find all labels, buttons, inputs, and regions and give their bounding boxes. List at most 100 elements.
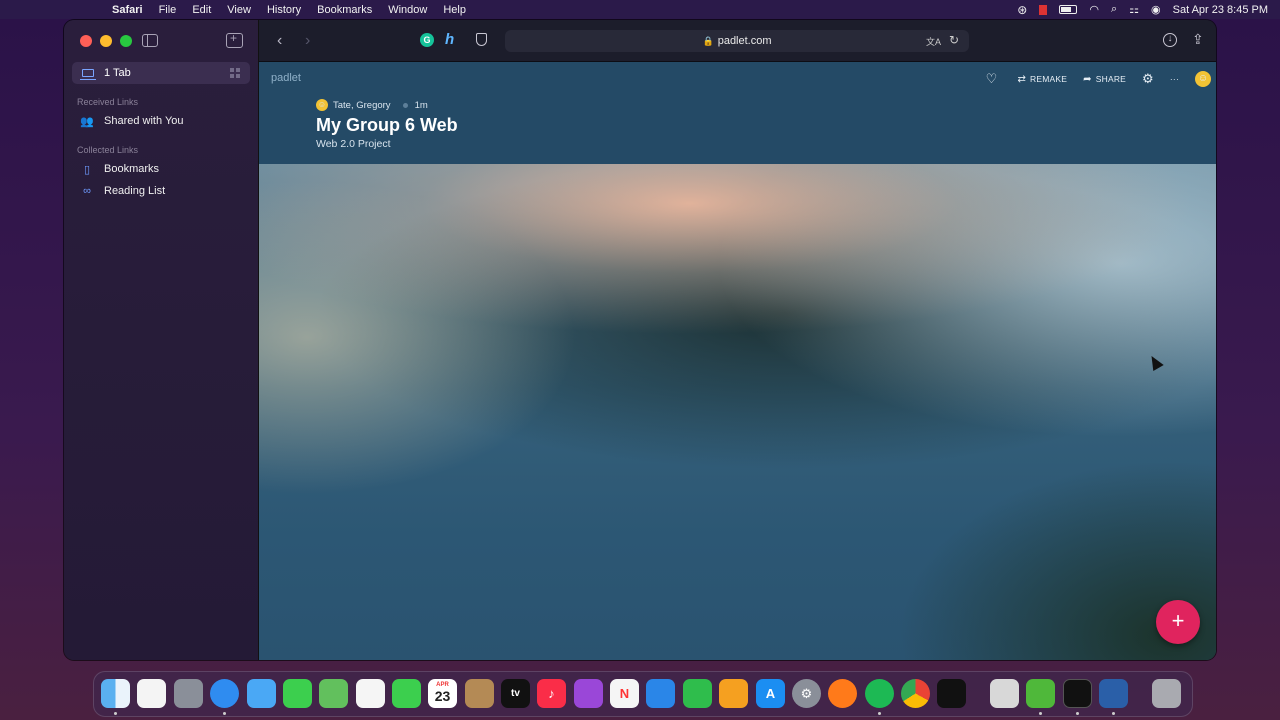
tab-overview-icon[interactable] bbox=[230, 68, 240, 78]
zoom-window-button[interactable] bbox=[120, 35, 132, 47]
dock: APR 23 tv ♪ N A ⚙ bbox=[93, 671, 1193, 717]
privacy-shield-icon[interactable] bbox=[476, 33, 487, 46]
address-bar[interactable]: 🔒 padlet.com 文A ↻ bbox=[505, 30, 969, 52]
system-preferences-icon[interactable]: ⚙ bbox=[792, 679, 821, 708]
safari-window: 1 Tab Received Links 👥 Shared with You C… bbox=[64, 20, 1216, 660]
share-icon[interactable]: ⇪ bbox=[1192, 31, 1204, 48]
news-icon[interactable]: N bbox=[610, 679, 639, 708]
app-store-icon[interactable]: A bbox=[756, 679, 785, 708]
messages-icon[interactable] bbox=[283, 679, 312, 708]
launchpad-icon[interactable] bbox=[174, 679, 203, 708]
share-label: SHARE bbox=[1095, 74, 1127, 84]
share-arrow-icon: ➦ bbox=[1083, 73, 1092, 85]
battery-icon[interactable] bbox=[1059, 5, 1078, 14]
close-window-button[interactable] bbox=[80, 35, 92, 47]
podcasts-icon[interactable] bbox=[574, 679, 603, 708]
running-indicator bbox=[878, 712, 881, 715]
add-post-button[interactable]: + bbox=[1156, 600, 1200, 644]
photos-icon[interactable] bbox=[356, 679, 385, 708]
author-name: Tate, Gregory bbox=[333, 99, 391, 111]
running-indicator bbox=[223, 712, 226, 715]
control-center-icon[interactable]: ⚏ bbox=[1129, 3, 1139, 16]
mail-icon[interactable] bbox=[247, 679, 276, 708]
url-text: padlet.com bbox=[717, 35, 772, 47]
padlet-header: padlet ♡ ⇄ REMAKE ➦ SHARE ⚙ ··· ☺ ☺ Tate, … bbox=[259, 62, 1216, 164]
chrome-icon[interactable] bbox=[901, 679, 930, 708]
author-avatar: ☺ bbox=[316, 99, 328, 111]
padlet-logo[interactable]: padlet bbox=[271, 72, 301, 84]
bookmark-icon: ▯ bbox=[83, 163, 91, 176]
camtasia-icon[interactable] bbox=[1026, 679, 1055, 708]
siri-app-icon[interactable] bbox=[937, 679, 966, 708]
keynote-icon[interactable] bbox=[646, 679, 675, 708]
remake-icon: ⇄ bbox=[1017, 73, 1027, 85]
music-icon[interactable]: ♪ bbox=[537, 679, 566, 708]
padlet-wallpaper bbox=[259, 164, 1216, 660]
firefox-icon[interactable] bbox=[828, 679, 857, 708]
calendar-day: 23 bbox=[434, 688, 451, 704]
menu-view[interactable]: View bbox=[219, 4, 259, 16]
activity-monitor-icon[interactable] bbox=[1063, 679, 1092, 708]
tab-count-label: 1 Tab bbox=[104, 67, 131, 79]
menu-window[interactable]: Window bbox=[380, 4, 435, 16]
apple-tv-icon[interactable]: tv bbox=[501, 679, 530, 708]
recording-icon[interactable] bbox=[1039, 4, 1048, 15]
page-title[interactable]: My Group 6 Web bbox=[316, 115, 458, 136]
more-options-button[interactable]: ··· bbox=[1170, 74, 1179, 84]
menu-edit[interactable]: Edit bbox=[184, 4, 219, 16]
sidebar-item-tabs[interactable]: 1 Tab bbox=[72, 62, 250, 84]
menu-help[interactable]: Help bbox=[435, 4, 474, 16]
remake-button[interactable]: ⇄ REMAKE bbox=[1017, 74, 1067, 85]
reminders-icon[interactable] bbox=[137, 679, 166, 708]
spotlight-search-icon[interactable]: ⌕ bbox=[1111, 3, 1117, 16]
spotify-icon[interactable] bbox=[865, 679, 894, 708]
wifi-icon[interactable]: ◠ bbox=[1089, 3, 1099, 16]
user-avatar[interactable]: ☺ bbox=[1195, 71, 1211, 87]
menu-clock[interactable]: Sat Apr 23 8:45 PM bbox=[1173, 4, 1268, 16]
share-button[interactable]: ➦ SHARE bbox=[1083, 74, 1126, 85]
trash-icon[interactable] bbox=[1152, 679, 1181, 708]
minimize-window-button[interactable] bbox=[100, 35, 112, 47]
menu-app-name[interactable]: Safari bbox=[104, 4, 151, 16]
maps-icon[interactable] bbox=[319, 679, 348, 708]
grammarly-extension-icon[interactable]: G bbox=[420, 33, 434, 47]
new-tab-group-icon[interactable] bbox=[226, 31, 243, 48]
forward-arrow-icon[interactable]: › bbox=[305, 32, 310, 50]
heart-icon: ♡ bbox=[985, 71, 998, 86]
ellipsis-icon: ··· bbox=[1169, 74, 1179, 84]
siri-icon[interactable]: ◉ bbox=[1151, 3, 1161, 16]
pages-icon[interactable] bbox=[719, 679, 748, 708]
safari-sidebar: 1 Tab Received Links 👥 Shared with You C… bbox=[64, 20, 259, 660]
menu-bar: Safari File Edit View History Bookmarks … bbox=[0, 0, 1280, 19]
safari-icon[interactable] bbox=[210, 679, 239, 708]
menu-bookmarks[interactable]: Bookmarks bbox=[309, 4, 380, 16]
running-indicator bbox=[1112, 712, 1115, 715]
translate-icon[interactable]: 文A bbox=[926, 35, 941, 48]
sidebar-item-reading-list[interactable]: ∞ Reading List bbox=[80, 182, 165, 200]
web-page: padlet ♡ ⇄ REMAKE ➦ SHARE ⚙ ··· ☺ ☺ Tate, … bbox=[259, 62, 1216, 660]
lock-icon: 🔒 bbox=[702, 35, 714, 46]
laptop-icon bbox=[80, 69, 96, 80]
utility-app-icon[interactable] bbox=[990, 679, 1019, 708]
sidebar-item-bookmarks[interactable]: ▯ Bookmarks bbox=[80, 160, 159, 178]
menu-file[interactable]: File bbox=[151, 4, 185, 16]
downloads-icon[interactable]: ↓ bbox=[1163, 33, 1177, 47]
page-subtitle[interactable]: Web 2.0 Project bbox=[316, 138, 391, 150]
back-arrow-icon[interactable]: ‹ bbox=[277, 32, 282, 50]
numbers-icon[interactable] bbox=[683, 679, 712, 708]
sidebar-toggle-icon[interactable] bbox=[142, 34, 158, 47]
finder-icon[interactable] bbox=[101, 679, 130, 708]
menu-history[interactable]: History bbox=[259, 4, 309, 16]
accessibility-icon[interactable]: ⊛ bbox=[1017, 3, 1027, 17]
window-manager-icon[interactable] bbox=[1099, 679, 1128, 708]
calendar-icon[interactable]: APR 23 bbox=[428, 679, 457, 708]
running-indicator bbox=[114, 712, 117, 715]
settings-button[interactable]: ⚙ bbox=[1142, 71, 1154, 87]
honey-extension-icon[interactable]: h bbox=[445, 31, 454, 48]
reload-icon[interactable]: ↻ bbox=[949, 33, 959, 47]
like-button[interactable]: ♡ bbox=[986, 71, 1002, 87]
facetime-icon[interactable] bbox=[392, 679, 421, 708]
remake-label: REMAKE bbox=[1030, 74, 1068, 84]
contacts-icon[interactable] bbox=[465, 679, 494, 708]
sidebar-item-shared-with-you[interactable]: 👥 Shared with You bbox=[80, 112, 183, 130]
